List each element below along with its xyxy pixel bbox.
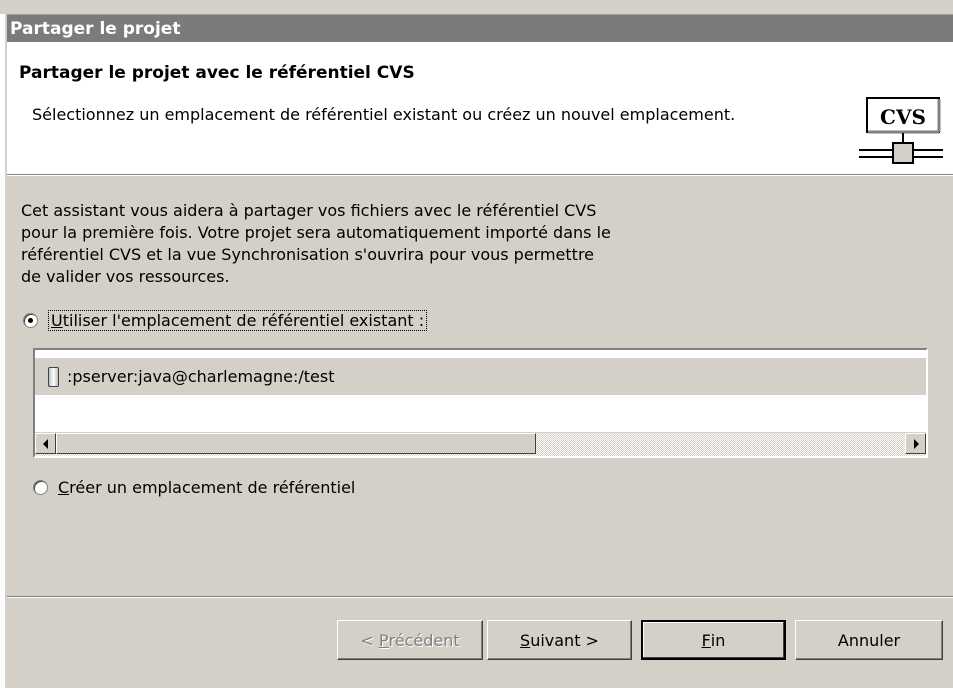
cvs-logo-label: CVS — [880, 105, 926, 129]
button-bar-separator-highlight — [7, 597, 953, 598]
intro-line: de valider vos ressources. — [21, 267, 230, 286]
cvs-logo-icon: CVS — [859, 97, 943, 164]
horizontal-scrollbar[interactable] — [35, 432, 926, 456]
wizard-page-title: Partager le projet avec le référentiel C… — [19, 63, 415, 83]
use-existing-label[interactable]: Utiliser l'emplacement de référentiel ex… — [48, 310, 428, 331]
window-title-bar[interactable]: Partager le projet — [7, 14, 953, 42]
arrow-right-icon — [913, 438, 919, 449]
repository-location-label: :pserver:java@charlemagne:/test — [67, 367, 335, 386]
repository-location-list[interactable]: :pserver:java@charlemagne:/test — [33, 348, 928, 458]
back-button[interactable]: < Précédent — [337, 620, 483, 660]
scroll-left-button[interactable] — [35, 433, 56, 454]
use-existing-location-option[interactable]: Utiliser l'emplacement de référentiel ex… — [23, 310, 428, 331]
intro-text: Cet assistant vous aidera à partager vos… — [21, 200, 741, 288]
next-button[interactable]: Suivant > — [487, 620, 632, 660]
wizard-page-description: Sélectionnez un emplacement de référenti… — [32, 105, 736, 124]
wizard-header: Partager le projet avec le référentiel C… — [7, 42, 953, 175]
create-location-label[interactable]: Créer un emplacement de référentiel — [58, 478, 355, 497]
list-item[interactable]: :pserver:java@charlemagne:/test — [35, 358, 926, 395]
repository-icon — [48, 366, 59, 387]
scroll-right-button[interactable] — [905, 433, 926, 454]
window-title: Partager le projet — [10, 19, 181, 39]
finish-button[interactable]: Fin — [641, 620, 786, 660]
header-separator — [7, 175, 953, 176]
create-location-radio[interactable] — [33, 480, 48, 495]
arrow-left-icon — [42, 438, 48, 449]
create-location-option[interactable]: Créer un emplacement de référentiel — [33, 478, 355, 497]
use-existing-radio[interactable] — [23, 313, 38, 328]
intro-line: Cet assistant vous aidera à partager vos… — [21, 201, 597, 220]
scroll-thumb[interactable] — [56, 433, 536, 454]
intro-line: référentiel CVS et la vue Synchronisatio… — [21, 245, 595, 264]
intro-line: pour la première fois. Votre projet sera… — [21, 223, 611, 242]
cancel-button[interactable]: Annuler — [795, 620, 943, 660]
